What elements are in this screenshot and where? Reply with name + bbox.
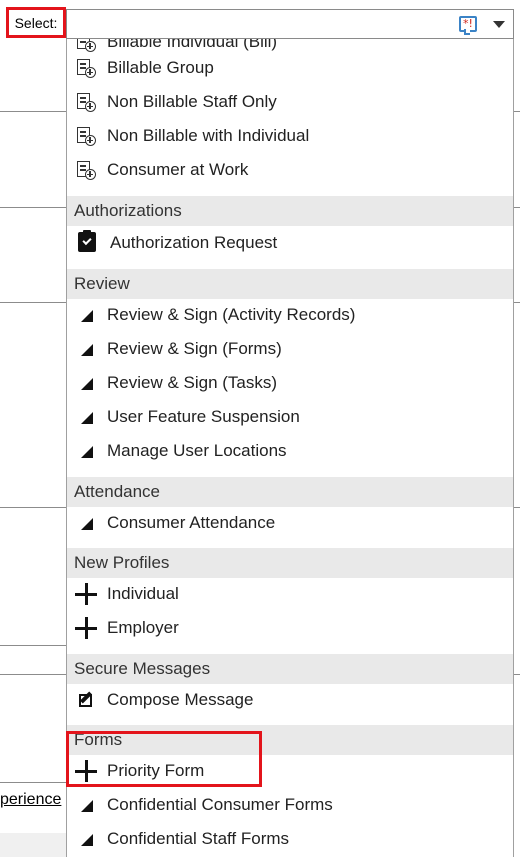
select-label: Select: [6,7,66,38]
divider [0,302,66,303]
triangle-icon [81,518,93,530]
list-item[interactable]: Authorization Request [67,226,513,260]
group-header-new-profiles: New Profiles [67,548,513,578]
divider [0,645,66,646]
background-link[interactable]: perience [0,791,61,809]
divider [0,674,66,675]
chevron-down-icon[interactable] [493,21,505,28]
group-header-secure-messages: Secure Messages [67,654,513,684]
list-item[interactable]: Billable Group [67,51,513,85]
divider [514,207,520,208]
plus-icon [75,583,97,605]
triangle-icon [81,378,93,390]
divider [514,302,520,303]
divider [514,111,520,112]
clipboard-check-icon [78,230,96,252]
triangle-icon [81,344,93,356]
list-item[interactable]: Priority Form [67,754,513,788]
plus-icon [75,617,97,639]
divider [514,507,520,508]
list-item[interactable]: Review & Sign (Tasks) [67,366,513,400]
divider [0,782,66,783]
list-item[interactable]: Manage User Locations [67,434,513,468]
triangle-icon [81,446,93,458]
list-item[interactable]: Non Billable Staff Only [67,85,513,119]
triangle-icon [81,310,93,322]
list-item[interactable]: Review & Sign (Forms) [67,332,513,366]
form-add-icon [77,127,97,147]
form-add-icon [77,93,97,113]
list-item[interactable]: Compose Message [67,683,513,717]
list-item[interactable]: Confidential Consumer Forms [67,788,513,822]
list-item[interactable]: Individual [67,577,513,611]
divider [514,674,520,675]
triangle-icon [81,800,93,812]
group-header-forms: Forms [67,725,513,755]
form-add-icon [77,59,97,79]
form-add-icon [77,161,97,181]
divider [0,207,66,208]
dropdown-list[interactable]: Billable Individual (Bill) Billable Grou… [66,39,514,857]
list-item[interactable]: Consumer Attendance [67,506,513,540]
group-header-attendance: Attendance [67,477,513,507]
list-item[interactable]: User Feature Suspension [67,400,513,434]
list-item[interactable]: Non Billable with Individual [67,119,513,153]
select-dropdown[interactable]: *! [66,9,514,39]
compose-icon [79,694,92,707]
list-item[interactable]: Review & Sign (Activity Records) [67,298,513,332]
triangle-icon [81,412,93,424]
divider [0,507,66,508]
list-item[interactable]: Consumer at Work [67,153,513,187]
triangle-icon [81,834,93,846]
plus-icon [75,760,97,782]
divider [0,111,66,112]
group-header-review: Review [67,269,513,299]
list-item[interactable]: Confidential Staff Forms [67,822,513,856]
list-item[interactable]: Employer [67,611,513,645]
required-comment-icon: *! [459,16,477,35]
group-header-authorizations: Authorizations [67,196,513,226]
page: perience Select: *! Billable Individual … [0,0,520,857]
